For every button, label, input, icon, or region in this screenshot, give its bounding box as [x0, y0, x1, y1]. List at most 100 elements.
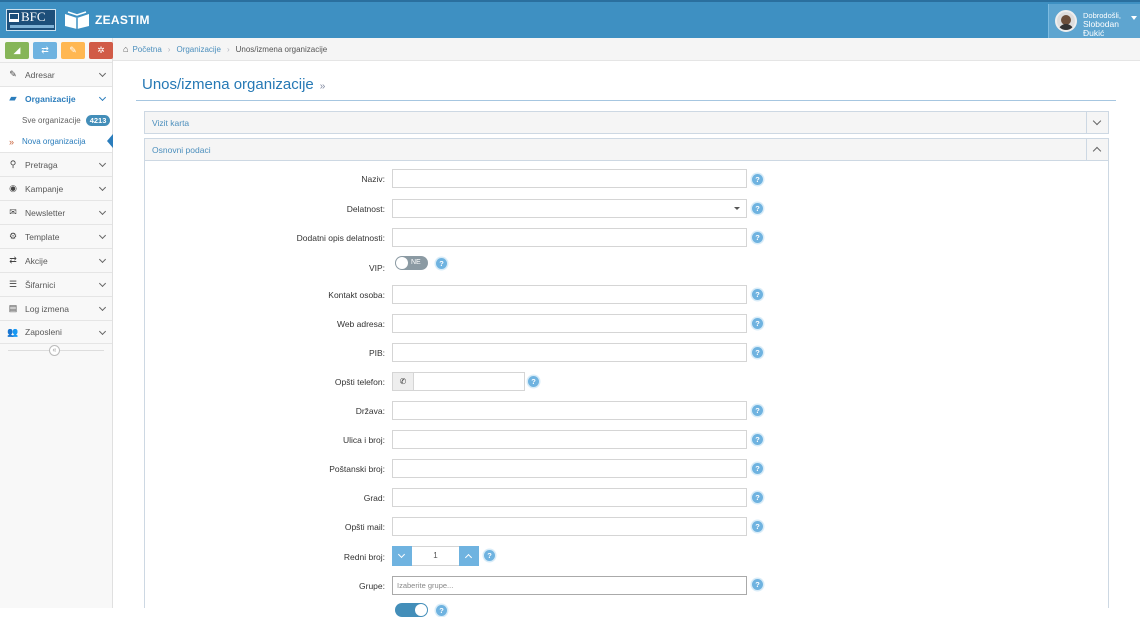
sidebar-item-label: Šifarnici — [25, 279, 56, 290]
home-icon: ⌂ — [123, 44, 129, 54]
help-icon[interactable]: ? — [752, 203, 763, 214]
help-icon[interactable]: ? — [528, 376, 539, 387]
help-icon[interactable]: ? — [752, 318, 763, 329]
avatar — [1055, 10, 1077, 32]
exchange-icon: ⇄ — [41, 45, 49, 55]
help-icon[interactable]: ? — [752, 434, 763, 445]
kontakt-osoba-field[interactable] — [392, 285, 747, 304]
sidebar-item-newsletter[interactable]: ✉ Newsletter — [0, 200, 112, 224]
grad-field[interactable] — [392, 488, 747, 507]
sidebar-item-log-izmena[interactable]: ▤ Log izmena — [0, 296, 112, 320]
breadcrumb-home-link[interactable]: Početna — [132, 45, 161, 54]
sidebar-item-akcije[interactable]: ⇄ Akcije — [0, 248, 112, 272]
web-adresa-label: Web adresa: — [336, 319, 385, 329]
shortcut-exchange-button[interactable]: ⇄ — [33, 42, 57, 59]
grad-label: Grad: — [363, 493, 385, 503]
briefcase-icon: ▰ — [9, 93, 17, 103]
vip-toggle[interactable]: NE — [395, 256, 428, 270]
increment-button[interactable] — [459, 546, 479, 566]
partial-toggle[interactable] — [395, 603, 428, 617]
grupe-label: Grupe: — [359, 581, 385, 591]
sidebar-subitem-nova-organizacija[interactable]: » Nova organizacija — [0, 131, 113, 152]
app-name: ZEASTIM — [95, 13, 150, 27]
decrement-button[interactable] — [392, 546, 412, 566]
list-icon: ☰ — [8, 279, 18, 289]
toggle-knob — [415, 604, 427, 616]
sidebar-item-kampanje[interactable]: ◉ Kampanje — [0, 176, 112, 200]
phone-icon: ✆ — [392, 372, 414, 391]
sidebar-item-label: Pretraga — [25, 159, 58, 170]
redni-broj-value[interactable]: 1 — [412, 546, 459, 566]
vip-toggle-value: NE — [411, 259, 421, 266]
double-angle-left-icon[interactable]: « — [49, 345, 60, 356]
dodatni-opis-field[interactable] — [392, 228, 747, 247]
shortcut-pencil-button[interactable]: ✎ — [61, 42, 85, 59]
help-icon[interactable]: ? — [752, 463, 763, 474]
help-icon[interactable]: ? — [436, 258, 447, 269]
sidebar: ◢ ⇄ ✎ ✲ ✎ Adresar ▰ Organizacije Sve org… — [0, 38, 113, 608]
chevron-down-icon — [98, 231, 107, 240]
sidebar-item-organizacije[interactable]: ▰ Organizacije — [0, 86, 112, 110]
sidebar-item-label: Log izmena — [25, 303, 69, 314]
grupe-field[interactable]: Izaberite grupe... — [392, 576, 747, 595]
help-icon[interactable]: ? — [752, 579, 763, 590]
cog-icon: ✲ — [97, 45, 105, 55]
shortcut-chart-button[interactable]: ◢ — [5, 42, 29, 59]
shortcut-cog-button[interactable]: ✲ — [89, 42, 113, 59]
sidebar-item-pretraga[interactable]: ⚲ Pretraga — [0, 152, 112, 176]
pib-field[interactable] — [392, 343, 747, 362]
sidebar-shortcuts: ◢ ⇄ ✎ ✲ — [5, 42, 113, 59]
chevron-down-icon — [98, 207, 107, 216]
redni-broj-stepper: 1 — [392, 546, 479, 566]
help-icon[interactable]: ? — [752, 405, 763, 416]
zeastim-logo[interactable]: ZEASTIM — [63, 9, 150, 31]
chevron-down-icon — [98, 159, 107, 168]
sidebar-item-label: Organizacije — [25, 93, 76, 104]
cogs-icon: ⚙ — [8, 231, 18, 241]
chevron-down-icon — [397, 550, 406, 559]
user-last-name: Đukić — [1083, 28, 1105, 38]
breadcrumb: ⌂ Početna › Organizacije › Unos/izmena o… — [113, 38, 1140, 61]
count-badge: 4213 — [85, 115, 111, 126]
drzava-field[interactable] — [392, 401, 747, 420]
sidebar-subitem-label: Sve organizacije — [22, 116, 81, 125]
sidebar-subitem-sve-organizacije[interactable]: Sve organizacije 4213 — [0, 110, 112, 131]
naziv-field[interactable] — [392, 169, 747, 188]
panel-osnovni-podaci-header[interactable]: Osnovni podaci — [144, 138, 1109, 161]
opsti-mail-label: Opšti mail: — [344, 522, 385, 532]
help-icon[interactable]: ? — [752, 174, 763, 185]
page-title: Unos/izmena organizacije » — [142, 76, 325, 93]
help-icon[interactable]: ? — [484, 550, 495, 561]
user-menu[interactable]: Dobrodošli, Slobodan Đukić — [1048, 4, 1140, 40]
sidebar-item-sifarnici[interactable]: ☰ Šifarnici — [0, 272, 112, 296]
bfc-logo[interactable]: BFC — [6, 9, 56, 31]
dodatni-opis-label: Dodatni opis delatnosti: — [296, 233, 385, 243]
sidebar-item-label: Template — [25, 231, 60, 242]
sidebar-item-zaposleni[interactable]: 👥 Zaposleni — [0, 320, 112, 344]
help-icon[interactable]: ? — [752, 492, 763, 503]
postanski-broj-field[interactable] — [392, 459, 747, 478]
ulica-field[interactable] — [392, 430, 747, 449]
chevron-down-icon — [98, 303, 107, 312]
panel-toggle[interactable] — [1086, 139, 1108, 160]
opsti-mail-field[interactable] — [392, 517, 747, 536]
help-icon[interactable]: ? — [752, 232, 763, 243]
bfc-logo-text: BFC — [21, 9, 46, 24]
help-icon[interactable]: ? — [752, 347, 763, 358]
help-icon[interactable]: ? — [752, 521, 763, 532]
ulica-label: Ulica i broj: — [342, 435, 385, 445]
panel-vizit-karta-header[interactable]: Vizit karta — [144, 111, 1109, 134]
panel-toggle[interactable] — [1086, 112, 1108, 133]
breadcrumb-organizacije-link[interactable]: Organizacije — [176, 45, 220, 54]
help-icon[interactable]: ? — [752, 289, 763, 300]
delatnost-select[interactable] — [392, 199, 747, 218]
sidebar-item-adresar[interactable]: ✎ Adresar — [0, 62, 112, 86]
chevron-down-icon — [98, 255, 107, 264]
vip-label: VIP: — [368, 263, 385, 273]
sidebar-item-template[interactable]: ⚙ Template — [0, 224, 112, 248]
chevron-down-icon — [98, 327, 107, 336]
web-adresa-field[interactable] — [392, 314, 747, 333]
opsti-telefon-field[interactable] — [413, 372, 525, 391]
sidebar-collapse: « — [8, 345, 104, 356]
help-icon[interactable]: ? — [436, 605, 447, 616]
